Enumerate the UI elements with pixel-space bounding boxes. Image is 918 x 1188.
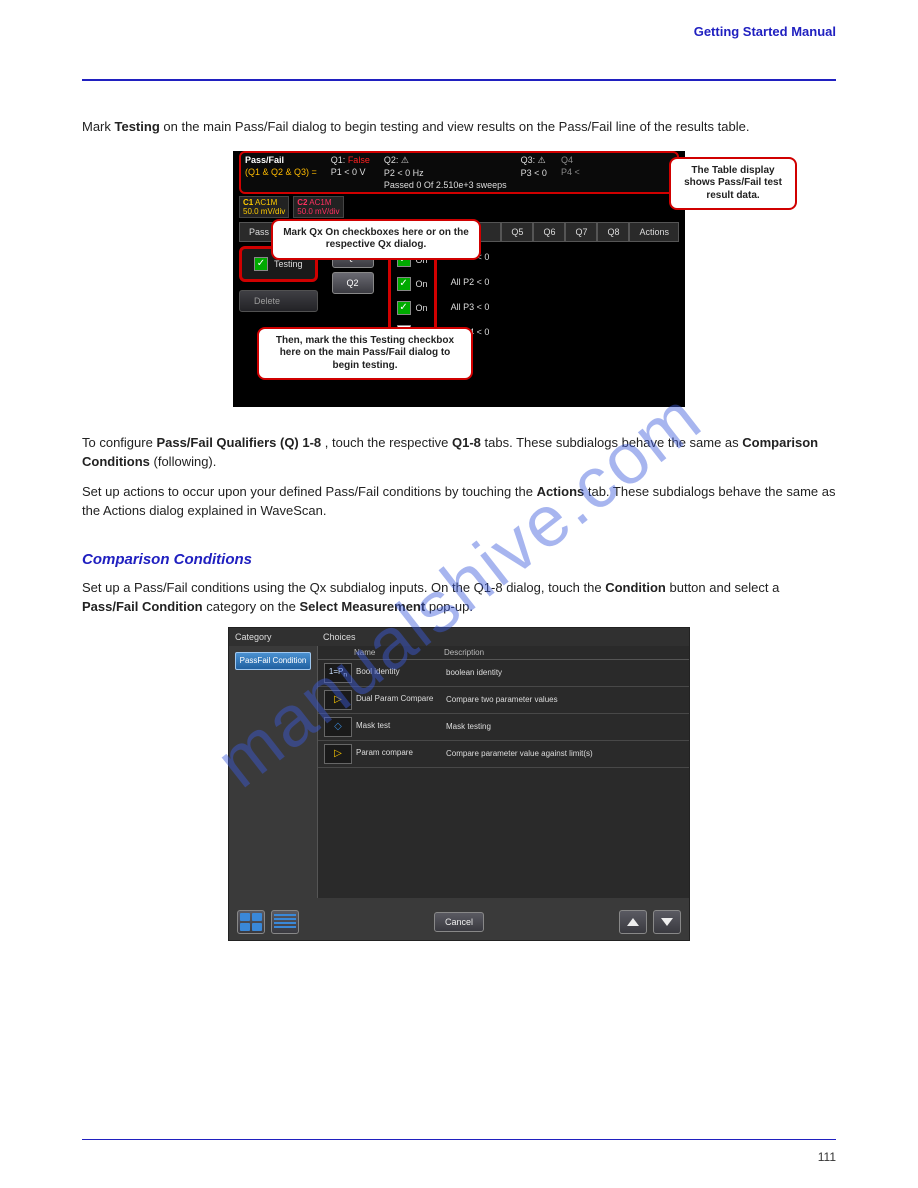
- header-title: Getting Started Manual: [694, 24, 836, 39]
- channel-c2: C2 AC1M 50.0 mV/div: [293, 196, 343, 218]
- footer-rule: [82, 1139, 836, 1140]
- para-configure: To configure Pass/Fail Qualifiers (Q) 1-…: [82, 433, 836, 472]
- view-list-button[interactable]: [271, 910, 299, 934]
- condition-chooser-dialog: Category Choices PassFail Condition Name…: [228, 627, 690, 941]
- mask-test-icon: ◇: [324, 717, 352, 737]
- param-compare-icon: ▷: [324, 744, 352, 764]
- tab-q5[interactable]: Q5: [501, 222, 533, 242]
- tab-q8[interactable]: Q8: [597, 222, 629, 242]
- passfail-expr: (Q1 & Q2 & Q3) =: [245, 167, 317, 177]
- q2-on-checkbox[interactable]: ✓: [397, 277, 411, 291]
- bool-identity-icon: 1=Pn: [324, 663, 352, 683]
- col-name: Name: [354, 648, 444, 657]
- choices-header: Choices: [317, 628, 689, 646]
- choice-bool-identity[interactable]: 1=Pn Bool identity boolean identity: [318, 660, 689, 687]
- view-grid-button[interactable]: [237, 910, 265, 934]
- q2-button[interactable]: Q2: [332, 272, 374, 294]
- cond-p2: All P2 < 0: [451, 277, 490, 287]
- up-button[interactable]: [619, 910, 647, 934]
- delete-button-area: Delete: [239, 290, 318, 312]
- tab-q6[interactable]: Q6: [533, 222, 565, 242]
- cancel-button[interactable]: Cancel: [434, 912, 484, 932]
- choice-param-compare[interactable]: ▷ Param compare Compare parameter value …: [318, 741, 689, 768]
- check-icon: ✓: [254, 257, 268, 271]
- tab-q7[interactable]: Q7: [565, 222, 597, 242]
- dual-param-icon: ▷: [324, 690, 352, 710]
- page-number: 111: [818, 1150, 836, 1164]
- category-header: Category: [229, 628, 317, 646]
- col-desc: Description: [444, 648, 484, 657]
- intro-para-1: Mark Testing on the main Pass/Fail dialo…: [82, 117, 836, 137]
- down-button[interactable]: [653, 910, 681, 934]
- choice-dual-param-compare[interactable]: ▷ Dual Param Compare Compare two paramet…: [318, 687, 689, 714]
- callout-qx-on: Mark Qx On checkboxes here or on the res…: [271, 219, 481, 260]
- header-rule: [82, 79, 836, 81]
- callout-testing: Then, mark the this Testing checkbox her…: [257, 327, 473, 381]
- q3-on-checkbox[interactable]: ✓: [397, 301, 411, 315]
- channel-c1: C1 AC1M 50.0 mV/div: [239, 196, 289, 218]
- para-actions: Set up actions to occur upon your define…: [82, 482, 836, 521]
- para-comparison: Set up a Pass/Fail conditions using the …: [82, 578, 836, 617]
- delete-button[interactable]: Delete: [239, 290, 318, 312]
- callout-table-display: The Table display shows Pass/Fail test r…: [669, 157, 797, 211]
- section-comparison-conditions: Comparison Conditions: [82, 551, 836, 568]
- tab-actions[interactable]: Actions: [629, 222, 679, 242]
- passfail-results-bar: Pass/Fail (Q1 & Q2 & Q3) = Q1: False P1 …: [239, 151, 679, 194]
- passfail-label: Pass/Fail: [245, 155, 317, 165]
- choice-mask-test[interactable]: ◇ Mask test Mask testing: [318, 714, 689, 741]
- cond-p3: All P3 < 0: [451, 302, 490, 312]
- passfail-condition-category-button[interactable]: PassFail Condition: [235, 652, 311, 671]
